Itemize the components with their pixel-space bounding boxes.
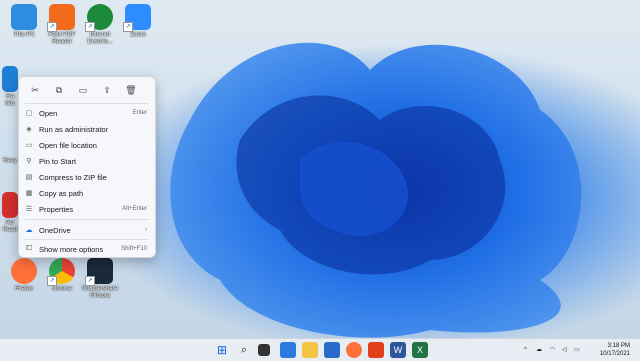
- menu-separator: [25, 103, 149, 104]
- shortcut-arrow-icon: ↗: [47, 22, 57, 32]
- zip-icon: ▤: [25, 174, 33, 181]
- menu-item-onedrive[interactable]: ☁ OneDrive ›: [19, 222, 155, 238]
- cloud-tray-icon[interactable]: ☁: [536, 339, 542, 361]
- idm-icon: ↗: [85, 4, 113, 32]
- excel-icon[interactable]: X: [412, 342, 428, 358]
- menu-item-properties[interactable]: ☰ Properties Alt+Enter: [19, 201, 155, 217]
- acrobat-icon: [2, 192, 18, 218]
- firefox-icon: [11, 258, 37, 284]
- desktop-icon-acrobat[interactable]: Acr Read: [2, 192, 18, 234]
- pin-icon: ⚲: [26, 158, 32, 165]
- context-menu: ✂ ⧉ ▭ ⇪ 🗑 ▢ Open Enter ◈ Run as administ…: [18, 76, 156, 258]
- firefox-taskbar-icon[interactable]: [346, 342, 362, 358]
- word-icon[interactable]: W: [390, 342, 406, 358]
- system-clock[interactable]: 3:18 PM 10/17/2021: [600, 342, 630, 358]
- tray-caret-icon[interactable]: ^: [524, 339, 527, 361]
- more-options-icon: ⧠: [26, 245, 32, 252]
- share-icon[interactable]: ⇪: [95, 80, 119, 100]
- rename-icon[interactable]: ▭: [71, 80, 95, 100]
- search-icon[interactable]: ⌕: [236, 342, 252, 358]
- start-button[interactable]: ⊞: [214, 342, 230, 358]
- recycle-bin-icon: [2, 130, 18, 156]
- zoom-icon: ↗: [123, 4, 151, 32]
- file-explorer-icon[interactable]: [302, 342, 318, 358]
- task-view-icon[interactable]: [258, 344, 270, 356]
- foxit-icon: ↗: [47, 4, 75, 32]
- widgets-icon[interactable]: [280, 342, 296, 358]
- volume-icon[interactable]: ◁: [562, 339, 567, 361]
- menu-item-show-more-options[interactable]: ⧠ Show more options Shift+F10: [19, 241, 155, 257]
- path-icon: ▦: [25, 190, 33, 197]
- menu-separator: [25, 239, 149, 240]
- chrome-icon: ↗: [47, 258, 75, 286]
- desktop-icon-zoom[interactable]: ↗ Zoom: [116, 4, 160, 39]
- cut-icon[interactable]: ✂: [23, 80, 47, 100]
- shield-icon: ◈: [26, 126, 32, 133]
- shortcut-arrow-icon: ↗: [47, 276, 57, 286]
- quick-action-bar: ✂ ⧉ ▭ ⇪ 🗑: [19, 77, 155, 103]
- wifi-icon[interactable]: ◠: [550, 339, 555, 361]
- delete-icon[interactable]: 🗑: [119, 80, 143, 100]
- menu-separator: [25, 219, 149, 220]
- battery-icon[interactable]: ▭: [574, 339, 580, 361]
- taskbar: ⊞ ⌕ W X ^ ☁ ◠ ◁ ▭ 3:18 PM 10/17/2021: [0, 338, 640, 361]
- shortcut-arrow-icon: ↗: [85, 276, 95, 286]
- copy-icon[interactable]: ⧉: [47, 80, 71, 100]
- menu-item-pin-to-start[interactable]: ⚲ Pin to Start: [19, 153, 155, 169]
- desktop-icon-recycle-bin[interactable]: Recy: [2, 130, 18, 165]
- properties-icon: ☰: [25, 206, 33, 213]
- menu-item-copy-as-path[interactable]: ▦ Copy as path: [19, 185, 155, 201]
- menu-item-run-as-admin[interactable]: ◈ Run as administrator: [19, 121, 155, 137]
- menu-item-open-file-location[interactable]: ▭ Open file location: [19, 137, 155, 153]
- filmora-icon: ↗: [85, 258, 113, 286]
- foxit-taskbar-icon[interactable]: [368, 342, 384, 358]
- shortcut-arrow-icon: ↗: [85, 22, 95, 32]
- shortcut-arrow-icon: ↗: [123, 22, 133, 32]
- menu-item-open[interactable]: ▢ Open Enter: [19, 105, 155, 121]
- monitor-icon: [11, 4, 37, 30]
- flash-wizard-icon: [2, 66, 18, 92]
- menu-item-compress-zip[interactable]: ▤ Compress to ZIP file: [19, 169, 155, 185]
- desktop-icon-filmora[interactable]: ↗ Wondershare Filmora: [78, 258, 122, 300]
- onedrive-icon: ☁: [25, 227, 33, 234]
- desktop-icon-flash-wizard[interactable]: Fla Wiz: [2, 66, 18, 108]
- open-icon: ▢: [25, 110, 33, 117]
- store-icon[interactable]: [324, 342, 340, 358]
- folder-icon: ▭: [25, 142, 33, 149]
